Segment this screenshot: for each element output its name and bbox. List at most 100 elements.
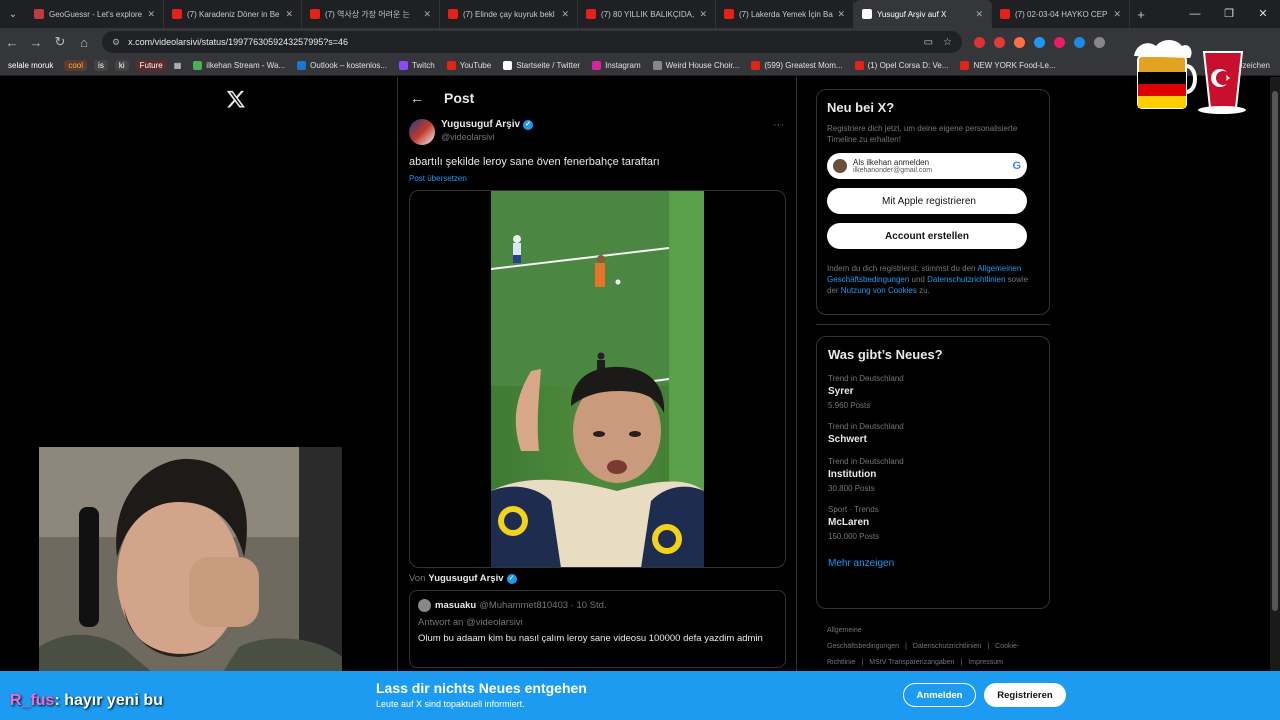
create-account-button[interactable]: Account erstellen (827, 223, 1027, 249)
byline-author[interactable]: Yugusuguf Arşiv (428, 573, 503, 584)
login-button[interactable]: Anmelden (903, 683, 976, 707)
bookmark-item[interactable]: Weird House Choir... (652, 61, 739, 70)
back-icon[interactable]: ← (0, 35, 24, 50)
author-handle[interactable]: @videolarsivi (441, 132, 533, 142)
back-arrow-icon[interactable]: ← (410, 90, 424, 106)
maximize-icon[interactable]: ❐ (1212, 0, 1246, 28)
close-tab-icon[interactable]: ✕ (147, 9, 155, 20)
author-name[interactable]: Yugusuguf Arşiv (441, 119, 520, 130)
bookmark-item[interactable]: ilkehan Stream - Wa... (193, 61, 285, 70)
tab-favicon-icon (586, 9, 596, 19)
close-tab-icon[interactable]: ✕ (837, 9, 845, 20)
bookmark-favicon-icon (399, 61, 409, 70)
trend-context: Trend in Deutschland (828, 457, 904, 466)
extension-icon[interactable] (1034, 36, 1045, 48)
extension-icon[interactable] (1014, 36, 1025, 48)
google-account-avatar (833, 159, 847, 173)
trend-name: Syrer (828, 386, 854, 397)
bookmark-folder[interactable]: Future (135, 60, 167, 71)
reply-card[interactable]: masuaku @Muhammet810403 · 10 Std. Antwor… (409, 590, 786, 668)
trend-item[interactable]: Trend in Deutschland Schwert (828, 422, 1038, 445)
close-window-icon[interactable]: ✕ (1246, 0, 1280, 28)
footer-separator: | (960, 659, 963, 666)
trend-post-count: 30.800 Posts (828, 484, 875, 493)
trend-item[interactable]: Sport · Trends McLaren 150.000 Posts (828, 505, 1038, 541)
puzzle-icon[interactable] (1094, 36, 1105, 48)
show-more-link[interactable]: Mehr anzeigen (828, 558, 1038, 569)
browser-tab[interactable]: (7) 역사상 가장 어려운 는 ✕ (302, 0, 440, 28)
close-tab-icon[interactable]: ✕ (1113, 9, 1121, 20)
bookmark-item[interactable]: Outlook – kostenlos... (297, 61, 387, 70)
bookmark-item[interactable]: Twitch (399, 61, 435, 70)
close-tab-icon[interactable]: ✕ (423, 9, 431, 20)
reply-avatar[interactable] (418, 599, 431, 612)
bookmark-item[interactable]: (599) Greatest Mom... (751, 61, 843, 70)
home-icon[interactable]: ⌂ (72, 35, 96, 50)
bookmark-folder[interactable]: cool (64, 60, 88, 71)
close-tab-icon[interactable]: ✕ (975, 9, 983, 20)
bookmark-item[interactable]: Instagram (592, 61, 641, 70)
browser-tab[interactable]: (7) Lakerda Yemek İçin Ba ✕ (716, 0, 854, 28)
tab-favicon-icon (310, 9, 320, 19)
privacy-link[interactable]: Datenschutzrichtlinien (927, 275, 1005, 284)
x-logo-icon[interactable] (226, 89, 246, 109)
new-tab-button[interactable]: + (1130, 7, 1152, 22)
reload-icon[interactable]: ↻ (48, 34, 72, 50)
footer-link[interactable]: MStV Transparenzangaben (869, 659, 954, 666)
bookmark-item[interactable]: (1) Opel Corsa D: Ve... (854, 61, 948, 70)
translate-post-link[interactable]: Post übersetzen (398, 174, 796, 183)
close-tab-icon[interactable]: ✕ (561, 9, 569, 20)
browser-tab[interactable]: (7) Karadeniz Döner in Be ✕ (164, 0, 302, 28)
google-signin-button[interactable]: Als ilkehan anmelden ilkehanonder@gmail.… (827, 153, 1027, 179)
bookmark-favicon-icon (446, 61, 456, 70)
trend-item[interactable]: Trend in Deutschland Syrer 5.960 Posts (828, 374, 1038, 410)
extension-icon[interactable] (1074, 36, 1085, 48)
footer-separator: | (905, 643, 907, 650)
tab-search-icon[interactable]: ⌄ (0, 0, 26, 28)
apple-signup-button[interactable]: Mit Apple registrieren (827, 188, 1027, 214)
footer-link[interactable]: Datenschutzrichtlinien (913, 643, 981, 650)
beer-mug-overlay (1134, 40, 1246, 114)
bookmark-folder[interactable]: selale moruk (4, 60, 58, 71)
footer-link[interactable]: Allgemeine Geschäftsbedingungen (827, 627, 899, 650)
register-button[interactable]: Registrieren (984, 683, 1066, 707)
extension-icon[interactable] (994, 36, 1005, 48)
minimize-icon[interactable]: — (1178, 0, 1212, 28)
close-tab-icon[interactable]: ✕ (285, 9, 293, 20)
post-video[interactable] (409, 190, 786, 568)
reply-author-name[interactable]: masuaku (435, 600, 476, 611)
footer-link[interactable]: Impressum (968, 659, 1003, 666)
extension-icon[interactable] (1054, 36, 1065, 48)
tab-favicon-icon (724, 9, 734, 19)
video-frame[interactable] (491, 191, 704, 568)
bookmark-favicon-icon (297, 61, 307, 70)
cast-icon[interactable]: ▭ (924, 37, 933, 48)
browser-tab[interactable]: Yusuguf Arşiv auf X ✕ (854, 0, 992, 28)
author-avatar[interactable] (409, 119, 435, 145)
bookmark-item[interactable]: Startseite / Twitter (503, 61, 580, 70)
bookmark-folder[interactable]: ki (114, 60, 129, 71)
browser-tab[interactable]: (7) 02-03-04 HAYKO CEP ✕ (992, 0, 1130, 28)
browser-tab[interactable]: (7) Elinde çay kuyruk bekl ✕ (440, 0, 578, 28)
trend-post-count: 150.000 Posts (828, 532, 880, 541)
more-options-icon[interactable]: ··· (773, 119, 784, 131)
cookies-link[interactable]: Nutzung von Cookies (841, 286, 917, 295)
tab-favicon-icon (862, 9, 872, 19)
site-info-icon[interactable]: ⚙ (112, 37, 120, 48)
address-bar[interactable]: ⚙ x.com/videolarsivi/status/199776305924… (102, 31, 962, 53)
close-tab-icon[interactable]: ✕ (699, 9, 707, 20)
bookmark-folder[interactable]: is (94, 60, 108, 71)
bookmark-star-icon[interactable]: ☆ (943, 37, 952, 48)
apps-grid-icon[interactable]: ▦ (174, 61, 182, 70)
scrollbar-thumb[interactable] (1272, 91, 1278, 611)
browser-tab[interactable]: (7) 80 YILLIK BALIKÇIDA, ✕ (578, 0, 716, 28)
browser-tab[interactable]: GeoGuessr - Let's explore ✕ (26, 0, 164, 28)
trend-item[interactable]: Trend in Deutschland Institution 30.800 Po… (828, 457, 1038, 493)
forward-icon[interactable]: → (24, 35, 48, 50)
bookmark-item[interactable]: NEW YORK Food-Le... (960, 61, 1056, 70)
extension-icon[interactable] (974, 36, 985, 48)
signup-card: Neu bei X? Registriere dich jetzt, um de… (816, 89, 1050, 315)
page-scrollbar[interactable] (1270, 77, 1280, 671)
bookmark-item[interactable]: YouTube (446, 61, 491, 70)
legal-text: zu. (919, 286, 930, 295)
